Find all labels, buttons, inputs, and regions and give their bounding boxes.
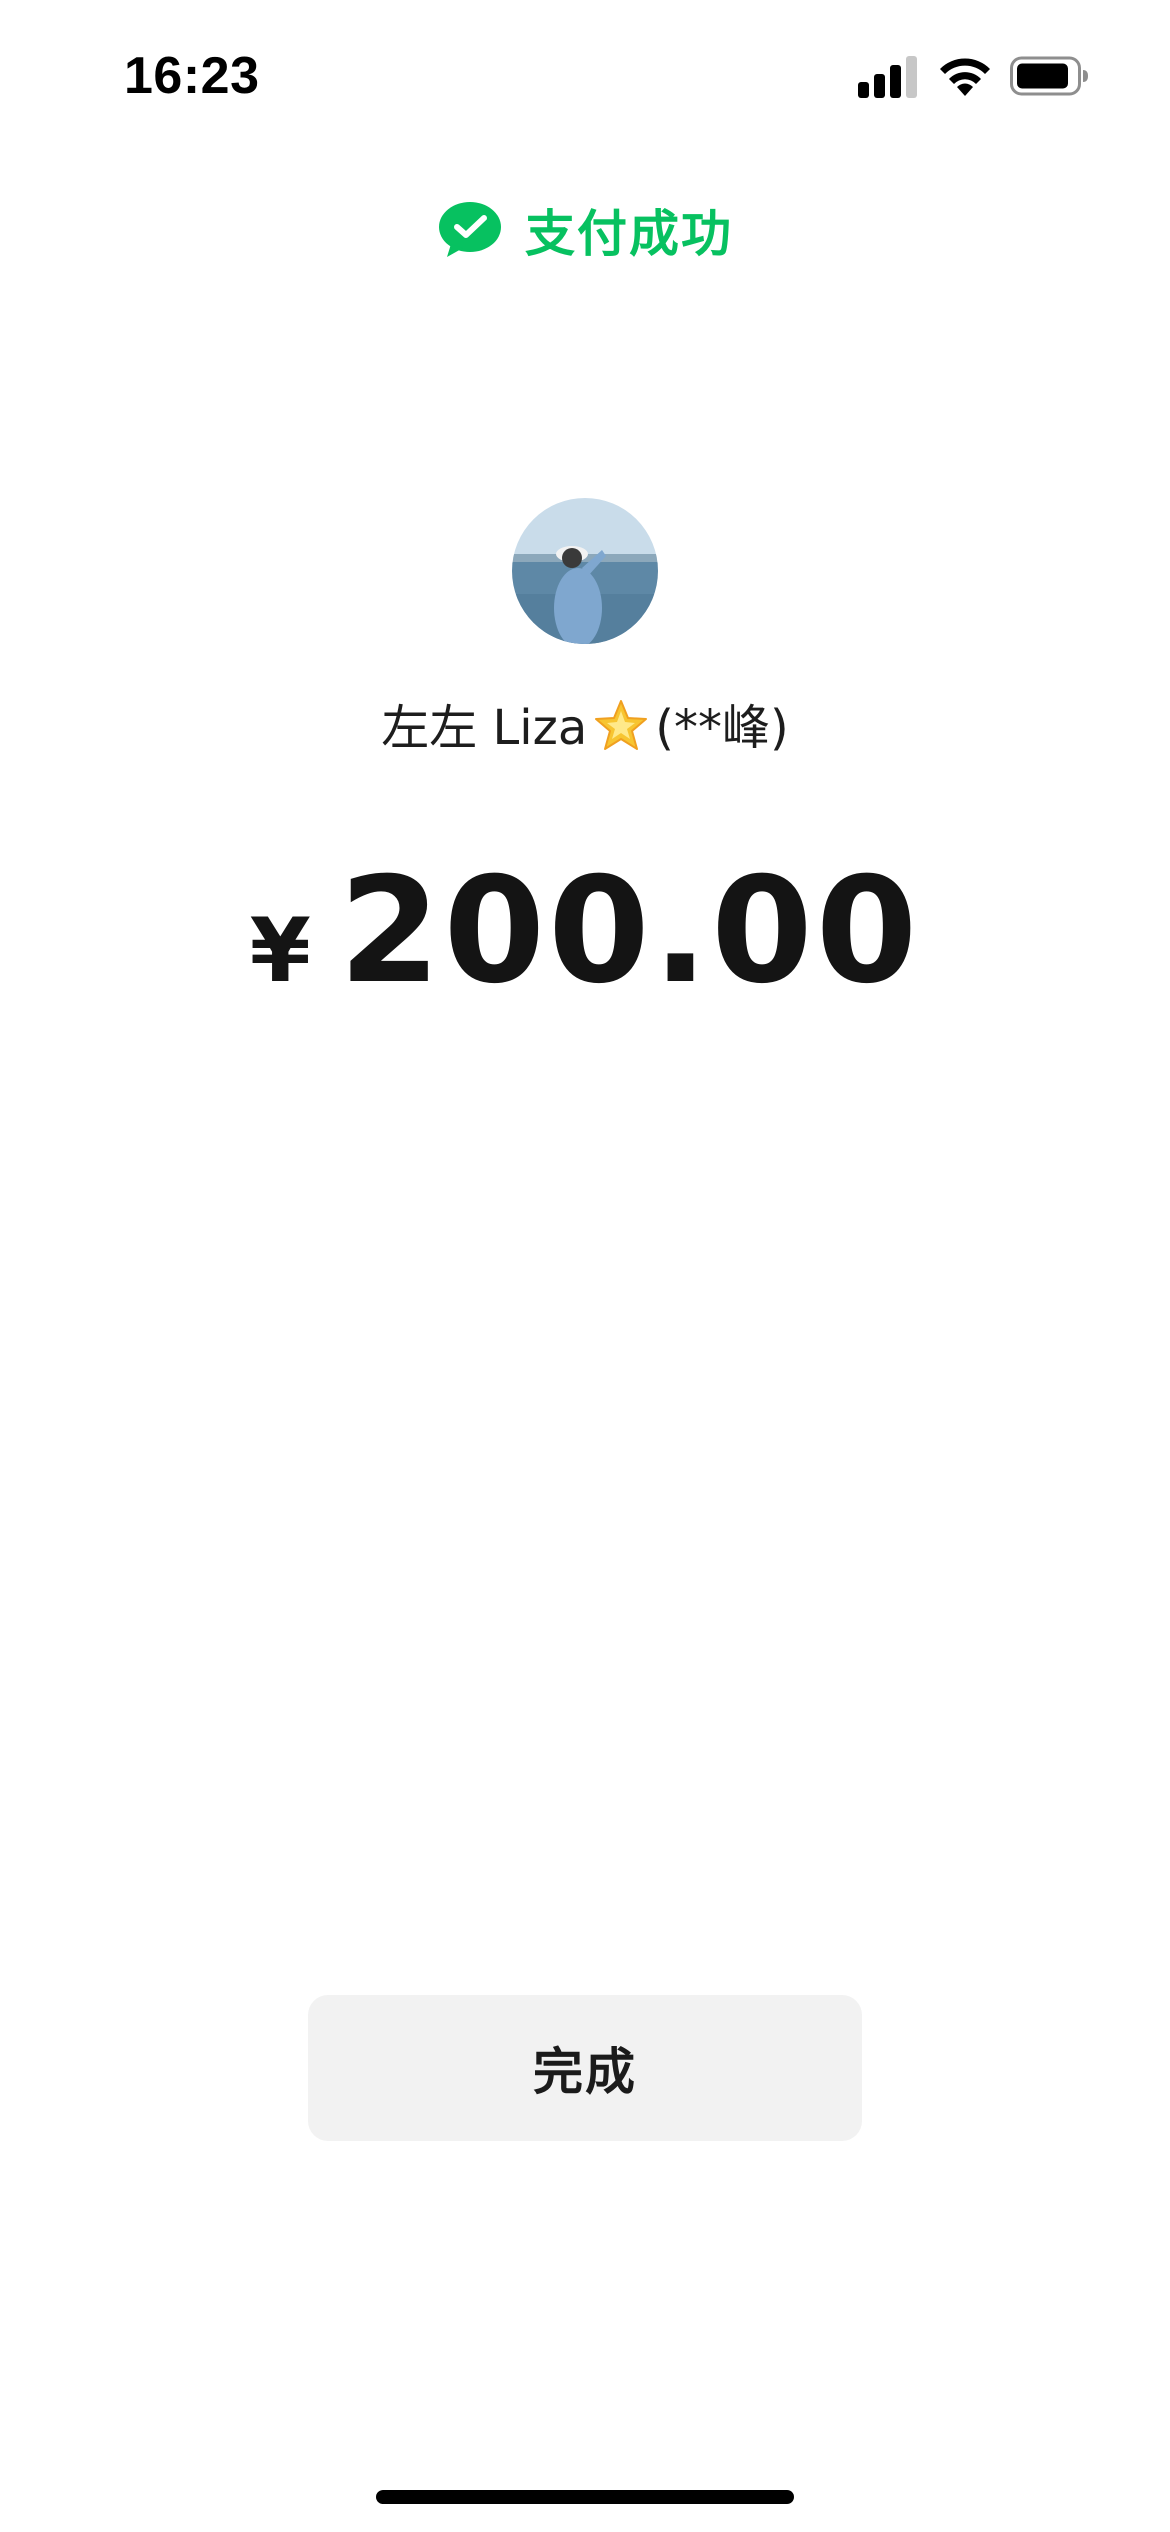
home-indicator[interactable] <box>376 2490 794 2504</box>
payee-name: 左左 Liza (**峰) <box>0 688 1170 758</box>
cellular-signal-icon <box>858 56 920 98</box>
payment-status-header: 支付成功 <box>0 190 1170 270</box>
currency-symbol: ¥ <box>249 899 311 1002</box>
payee-nickname: 左左 Liza <box>381 700 588 756</box>
status-time: 16:23 <box>124 47 260 105</box>
payment-success-screen: 16:23 支付成功 左左 Liza (**峰) ¥ 200.00 完成 <box>0 0 1170 2532</box>
wechat-pay-icon <box>439 202 501 257</box>
wifi-icon <box>940 58 990 96</box>
done-button[interactable]: 完成 <box>308 1995 862 2141</box>
avatar <box>512 498 658 644</box>
payment-success-title: 支付成功 <box>525 205 733 263</box>
star-icon <box>595 700 648 750</box>
payee-real-name-masked: (**峰) <box>655 700 789 756</box>
payment-amount: ¥ 200.00 <box>0 846 1170 1016</box>
amount-value: 200.00 <box>338 846 921 1016</box>
battery-icon <box>1010 56 1088 96</box>
